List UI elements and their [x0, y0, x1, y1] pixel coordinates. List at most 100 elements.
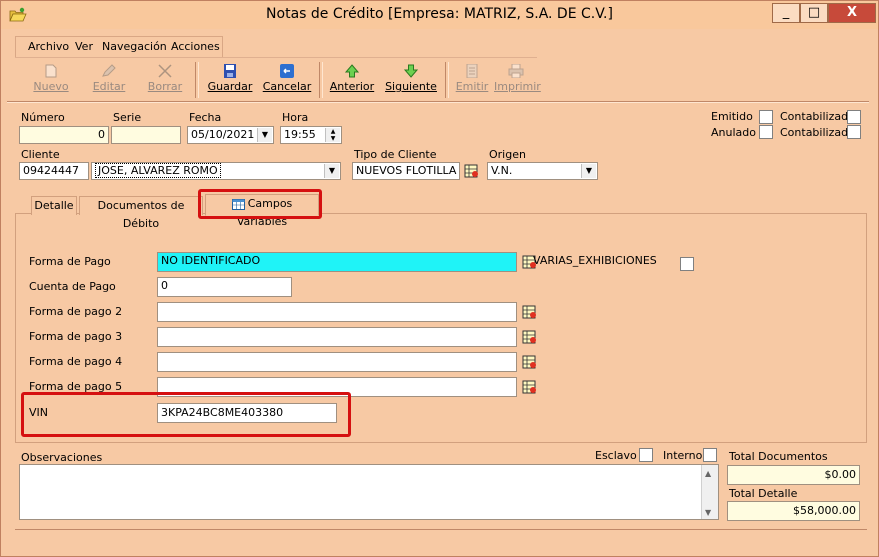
siguiente-label: Siguiente — [385, 80, 437, 93]
varias-exhibiciones-label: VARIAS_EXHIBICIONES — [533, 254, 657, 267]
close-button[interactable]: X — [828, 3, 876, 23]
emitido-checkbox[interactable] — [759, 110, 773, 124]
hora-value: 19:55 — [284, 128, 316, 141]
spinner-updown-icon[interactable]: ▲ ▼ — [325, 128, 340, 142]
highlight-vin-field — [21, 392, 351, 437]
forma-pago-4-field[interactable] — [157, 352, 517, 372]
anulado-label: Anulado — [711, 126, 756, 139]
fecha-value: 05/10/2021 — [191, 128, 255, 141]
imprimir-label: Imprimir — [494, 80, 541, 93]
main-window: Notas de Crédito [Empresa: MATRIZ, S.A. … — [0, 0, 879, 557]
nuevo-label: Nuevo — [33, 80, 69, 93]
borrar-button[interactable]: Borrar — [139, 60, 191, 98]
cuenta-pago-label: Cuenta de Pago — [29, 280, 116, 293]
forma-pago-3-label: Forma de pago 3 — [29, 330, 123, 343]
guardar-button[interactable]: Guardar — [204, 60, 256, 98]
delete-x-icon — [158, 64, 172, 78]
tipo-cliente-label: Tipo de Cliente — [354, 148, 437, 161]
forma-pago-2-field[interactable] — [157, 302, 517, 322]
chevron-down-icon[interactable]: ▼ — [581, 164, 596, 178]
title-bar[interactable]: Notas de Crédito [Empresa: MATRIZ, S.A. … — [1, 1, 878, 29]
cancelar-label: Cancelar — [262, 80, 312, 93]
contabilizado-checkbox[interactable] — [847, 110, 861, 124]
scroll-up-icon[interactable]: ▲ — [705, 469, 711, 478]
esclavo-label: Esclavo — [595, 449, 637, 462]
forma-pago-field[interactable]: NO IDENTIFICADO — [157, 252, 517, 272]
editar-label: Editar — [92, 80, 126, 93]
forma-pago-4-label: Forma de pago 4 — [29, 355, 123, 368]
fecha-label: Fecha — [189, 111, 222, 124]
editar-button[interactable]: Editar — [83, 60, 135, 98]
borrar-label: Borrar — [147, 80, 183, 93]
contabilizado-2-checkbox[interactable] — [847, 125, 861, 139]
toolbar-separator — [445, 62, 449, 98]
tipo-cliente-field[interactable]: NUEVOS FLOTILLA — [352, 162, 460, 180]
observaciones-scrollbar[interactable]: ▲ ▼ — [701, 465, 718, 519]
anulado-checkbox[interactable] — [759, 125, 773, 139]
cuenta-pago-field[interactable]: 0 — [157, 277, 292, 297]
lookup-table-icon[interactable] — [464, 163, 480, 179]
menu-navegacion[interactable]: Navegación — [102, 40, 167, 53]
contabilizado-label: Contabilizado — [780, 110, 855, 123]
total-documentos-field: $0.00 — [727, 465, 860, 485]
observaciones-label: Observaciones — [21, 451, 103, 464]
fecha-field[interactable]: 05/10/2021 ▼ — [187, 126, 274, 144]
forma-pago-3-field[interactable] — [157, 327, 517, 347]
menu-acciones[interactable]: Acciones — [171, 40, 220, 53]
anterior-button[interactable]: Anterior — [326, 60, 378, 98]
chevron-down-icon[interactable]: ▼ — [324, 164, 339, 178]
menu-archivo[interactable]: Archivo — [28, 40, 69, 53]
siguiente-button[interactable]: Siguiente — [383, 60, 439, 98]
numero-label: Número — [21, 111, 65, 124]
lookup-table-icon[interactable] — [522, 329, 538, 345]
menu-ver[interactable]: Ver — [75, 40, 93, 53]
arrow-up-icon — [344, 64, 360, 78]
window-title: Notas de Crédito [Empresa: MATRIZ, S.A. … — [266, 6, 613, 22]
lookup-table-icon[interactable] — [522, 304, 538, 320]
printer-icon — [508, 64, 524, 78]
total-detalle-label: Total Detalle — [729, 487, 798, 500]
interno-checkbox[interactable] — [703, 448, 717, 462]
hora-field[interactable]: 19:55 ▲ ▼ — [280, 126, 342, 144]
guardar-label: Guardar — [207, 80, 253, 93]
numero-field[interactable]: 0 — [19, 126, 109, 144]
serie-label: Serie — [113, 111, 142, 124]
toolbar-separator — [319, 62, 323, 98]
scroll-down-icon[interactable]: ▼ — [705, 508, 711, 517]
interno-label: Interno — [663, 449, 703, 462]
observaciones-textarea[interactable]: ▲ ▼ — [19, 464, 719, 520]
contabilizado-2-label: Contabilizado — [780, 126, 855, 139]
lookup-table-icon[interactable] — [522, 354, 538, 370]
cliente-code-field[interactable]: 09424447 — [19, 162, 89, 180]
hora-label: Hora — [282, 111, 309, 124]
undo-arrow-icon — [280, 64, 294, 78]
lookup-table-icon[interactable] — [522, 379, 538, 395]
toolbar-divider — [7, 101, 869, 103]
tab-detalle[interactable]: Detalle — [31, 196, 77, 215]
save-disk-icon — [224, 64, 236, 78]
cancelar-button[interactable]: Cancelar — [261, 60, 313, 98]
cliente-name-select[interactable]: JOSE, ALVAREZ ROMO ▼ — [91, 162, 341, 180]
highlight-campos-tab — [198, 189, 322, 219]
varias-exhibiciones-checkbox[interactable] — [680, 257, 694, 271]
origen-select[interactable]: V.N. ▼ — [487, 162, 598, 180]
chevron-down-icon[interactable]: ▼ — [257, 128, 272, 142]
emitir-label: Emitir — [455, 80, 489, 93]
imprimir-button[interactable]: Imprimir — [494, 60, 541, 98]
cliente-label: Cliente — [21, 148, 60, 161]
arrow-down-icon — [403, 64, 419, 78]
emitir-button[interactable]: Emitir — [452, 60, 492, 98]
forma-pago-2-label: Forma de pago 2 — [29, 305, 123, 318]
nuevo-button[interactable]: Nuevo — [25, 60, 77, 98]
edit-icon — [102, 64, 116, 77]
total-detalle-field: $58,000.00 — [727, 501, 860, 521]
origen-label: Origen — [489, 148, 526, 161]
serie-field[interactable] — [111, 126, 181, 144]
toolbar-separator — [195, 62, 199, 98]
minimize-button[interactable]: _ — [772, 3, 800, 23]
tab-documentos-debito[interactable]: Documentos de Débito — [79, 196, 203, 230]
emitido-label: Emitido — [711, 110, 753, 123]
new-document-icon — [45, 64, 57, 78]
esclavo-checkbox[interactable] — [639, 448, 653, 462]
maximize-button[interactable]: □ — [800, 3, 828, 23]
